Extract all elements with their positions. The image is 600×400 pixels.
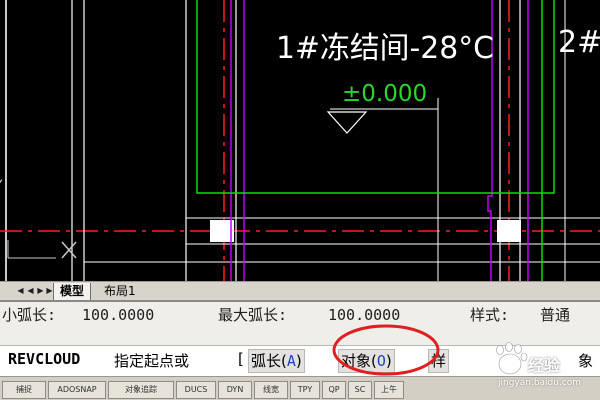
prompt-bracket: [ — [238, 350, 244, 368]
drawing-canvas[interactable]: ±0.000 1#冻结间-28°C 2# Y — [0, 0, 600, 281]
tab-layout1[interactable]: 布局1 — [98, 283, 142, 300]
command-name: REVCLOUD — [8, 350, 81, 368]
ucs-axis-label: Y — [0, 178, 3, 194]
style-label: 样式: — [470, 306, 510, 324]
tab-prev-icon[interactable]: ◀ — [26, 285, 35, 297]
layout-tab-bar: ◀ ◀ ▶ ▶ 模型 布局1 — [0, 281, 600, 301]
room-label: 1#冻结间-28°C — [276, 31, 494, 66]
tab-next-icon[interactable]: ▶ — [36, 285, 45, 297]
column-block — [497, 220, 521, 242]
min-arc-label: 小弧长: — [2, 306, 57, 324]
elevation-label: ±0.000 — [342, 81, 427, 107]
status-object-track-button[interactable]: 对象追踪 — [108, 381, 174, 399]
status-tpy-button[interactable]: TPY — [290, 381, 320, 399]
status-snap-button[interactable]: 捕捉 — [2, 381, 46, 399]
tab-first-icon[interactable]: ◀ — [16, 285, 25, 297]
min-arc-value: 100.0000 — [82, 306, 155, 324]
option-key: A — [286, 352, 296, 370]
room-label-next: 2# — [558, 25, 600, 60]
status-clock: 上午 — [374, 381, 404, 399]
option-arc-length-button[interactable]: 弧长(A) — [248, 349, 305, 373]
status-sc-button[interactable]: SC — [348, 381, 372, 399]
tab-model[interactable]: 模型 — [53, 283, 92, 301]
status-qp-button[interactable]: QP — [322, 381, 346, 399]
status-ducs-button[interactable]: DUCS — [176, 381, 216, 399]
highlight-ellipse — [332, 324, 440, 376]
status-lineweight-button[interactable]: 线宽 — [254, 381, 288, 399]
watermark-text: 经验 — [528, 356, 561, 375]
style-value: 普通 — [540, 306, 571, 324]
watermark-url: jingyan.baidu.com — [498, 378, 582, 388]
status-dyn-button[interactable]: DYN — [218, 381, 252, 399]
prompt-text: 指定起点或 — [114, 352, 190, 370]
status-adosnap-button[interactable]: ADOSNAP — [48, 381, 106, 399]
option-label: 弧长 — [251, 352, 282, 370]
cad-window: ±0.000 1#冻结间-28°C 2# Y ◀ ◀ ▶ ▶ 模型 布局1 小弧… — [0, 0, 600, 400]
max-arc-label: 最大弧长: — [218, 306, 288, 324]
